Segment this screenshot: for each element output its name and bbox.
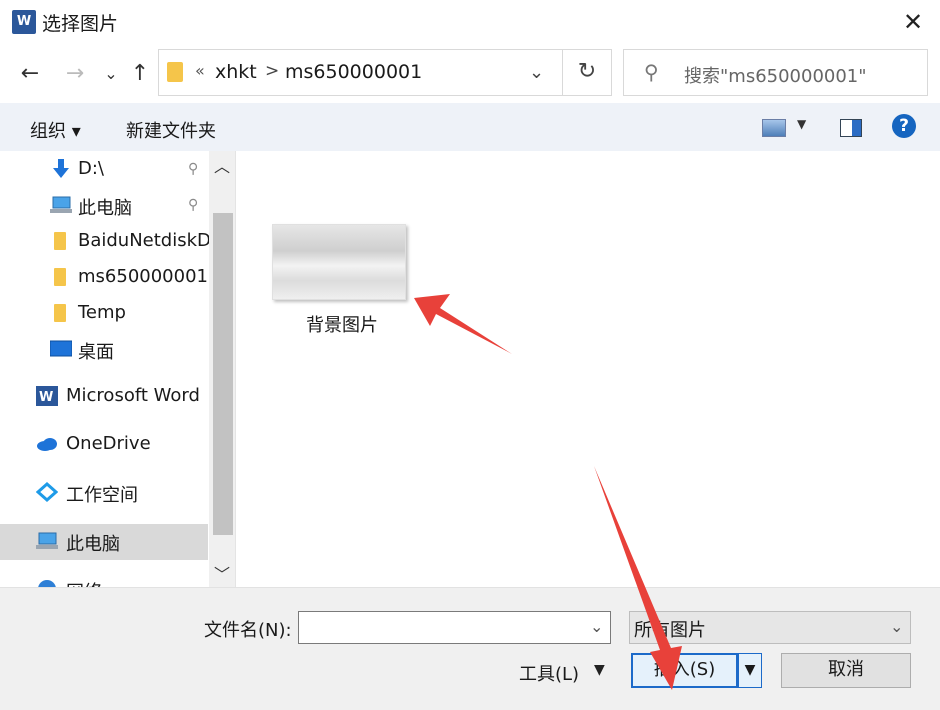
pin-icon: ⚲ [188,161,199,177]
search-placeholder: 搜索"ms650000001" [684,66,867,87]
computer-icon [36,532,58,549]
nav-item-label: OneDrive [66,433,151,454]
view-dropdown-icon[interactable]: ▼ [797,117,806,131]
filename-dropdown-icon[interactable]: ⌄ [590,617,603,636]
filename-input[interactable] [298,611,611,644]
nav-item-label: 网络 [66,578,102,587]
nav-item-label: ms650000001 [78,266,208,287]
word-app-icon: W [12,10,36,34]
nav-item-label: Microsoft Word [66,385,200,406]
cloud-icon [37,438,57,451]
recent-locations-button[interactable]: ⌄ [96,60,126,90]
computer-icon [50,196,72,213]
search-input[interactable]: ⚲ 搜索"ms650000001" [623,49,928,96]
folder-icon [54,232,66,250]
search-icon: ⚲ [644,60,659,84]
command-toolbar: 组织 ▾ 新建文件夹 ▼ [0,103,940,151]
close-button[interactable]: ✕ [894,6,932,40]
file-thumbnail[interactable] [272,224,406,300]
scroll-up-icon[interactable]: ︿ [209,153,235,179]
filename-label: 文件名(N): [204,620,292,641]
nav-item-label: Temp [78,302,126,323]
tools-button[interactable]: 工具(L) [519,660,579,686]
back-button[interactable]: ← [15,60,45,90]
breadcrumb-xhkt[interactable]: xhkt [215,61,257,83]
overflow-chevron-icon[interactable]: « [195,61,205,80]
window-title: 选择图片 [42,13,119,35]
workspace-icon [36,482,58,502]
address-bar[interactable]: « xhkt > ms650000001 ⌄ [158,49,612,96]
filetype-dropdown-icon[interactable]: ⌄ [890,617,903,636]
pin-icon: ⚲ [188,197,199,213]
scroll-down-icon[interactable]: ﹀ [209,561,235,587]
breadcrumb-current-folder[interactable]: ms650000001 [285,61,422,83]
filetype-value: 所有图片 [634,620,706,641]
nav-item-label: 桌面 [78,342,114,363]
new-folder-button[interactable]: 新建文件夹 [126,117,216,143]
forward-button[interactable]: → [60,60,90,90]
nav-item-label: 工作空间 [66,485,138,506]
folder-icon [167,62,183,82]
help-icon[interactable]: ? [892,114,916,138]
network-icon [38,580,56,587]
organize-button[interactable]: 组织 ▾ [30,117,81,143]
desktop-icon [50,340,72,357]
preview-pane-icon[interactable] [840,119,862,137]
dialog-footer [0,587,940,710]
scroll-thumb[interactable] [213,213,233,535]
folder-icon [54,268,66,286]
breadcrumb-separator-icon[interactable]: > [265,61,279,81]
word-icon: W [36,386,58,406]
cancel-button[interactable]: 取消 [781,653,911,688]
navigation-pane[interactable]: D:\ ⚲ 此电脑 ⚲ BaiduNetdiskD ms650000001 Te… [0,151,236,587]
insert-dropdown-icon[interactable]: ▼ [738,653,762,688]
nav-item-label: BaiduNetdiskD [78,230,211,251]
insert-button[interactable]: 插入(S) [631,653,738,688]
tools-dropdown-icon[interactable]: ▼ [594,662,605,678]
address-dropdown-icon[interactable]: ⌄ [529,62,544,83]
download-arrow-icon [53,159,69,178]
file-name-label[interactable]: 背景图片 [272,311,412,337]
folder-icon [54,304,66,322]
refresh-button[interactable]: ↻ [562,49,612,96]
up-button[interactable]: ↑ [125,60,155,90]
nav-item-label: D:\ [78,158,104,179]
nav-item-label: 此电脑 [66,534,120,555]
annotation-arrow-to-file [414,294,512,354]
nav-item-label: 此电脑 [78,198,132,219]
svg-text:W: W [39,390,53,405]
change-view-icon[interactable] [762,119,786,137]
title-bar [0,0,940,44]
